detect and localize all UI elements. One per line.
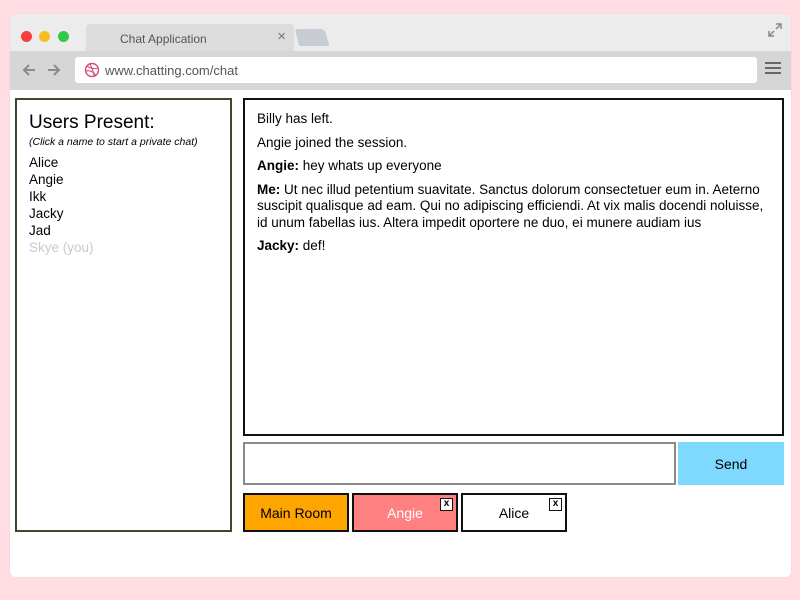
tab-bar: Chat Application × — [10, 14, 791, 51]
tab-label: Main Room — [260, 504, 332, 521]
users-title: Users Present: — [29, 112, 155, 133]
user-item-ikk[interactable]: Ikk — [29, 188, 218, 205]
message-text: Billy has left. — [257, 111, 333, 126]
user-item-alice[interactable]: Alice — [29, 154, 218, 171]
hamburger-menu-icon[interactable] — [765, 62, 781, 76]
message-text: Ut nec illud petentium suavitate. Sanctu… — [257, 181, 764, 230]
message-sender: Me: — [257, 181, 281, 197]
arrow-left-icon[interactable] — [20, 61, 38, 79]
minimize-window-button[interactable] — [39, 31, 50, 42]
dribbble-icon — [84, 62, 100, 78]
chat-message: Billy has left. — [257, 111, 770, 128]
tab-private-alice[interactable]: Alice x — [461, 493, 567, 532]
browser-tab[interactable]: Chat Application × — [86, 24, 294, 51]
tab-label: Alice — [498, 504, 530, 521]
close-icon[interactable]: x — [549, 498, 562, 511]
message-text: def! — [299, 238, 326, 253]
message-sender: Jacky: — [257, 238, 300, 253]
users-hint: (Click a name to start a private chat) — [29, 136, 198, 148]
chat-message: Me: Ut nec illud petentium suavitate. Sa… — [257, 182, 770, 232]
chat-message: Angie: hey whats up everyone — [257, 158, 770, 175]
tab-main-room[interactable]: Main Room — [243, 493, 349, 532]
browser-toolbar: www.chatting.com/chat — [10, 51, 791, 90]
expand-icon[interactable] — [767, 22, 783, 38]
tab-label: Angie — [387, 504, 423, 521]
user-item-jacky[interactable]: Jacky — [29, 205, 218, 222]
close-window-button[interactable] — [21, 31, 32, 42]
tab-close-icon[interactable]: × — [277, 29, 286, 45]
tab-private-angie[interactable]: Angie x — [352, 493, 458, 532]
users-panel: Users Present: (Click a name to start a … — [15, 98, 232, 532]
close-icon[interactable]: x — [440, 498, 453, 511]
user-item-self: Skye (you) — [29, 240, 94, 255]
tab-title: Chat Application — [120, 32, 207, 46]
new-tab-button[interactable] — [294, 29, 330, 46]
address-bar[interactable]: www.chatting.com/chat — [75, 57, 757, 83]
message-text: hey whats up everyone — [299, 158, 442, 173]
message-sender: Angie: — [257, 158, 299, 173]
arrow-right-icon[interactable] — [45, 61, 63, 79]
browser-window: Chat Application × www.chatting.com/chat… — [10, 14, 791, 577]
maximize-window-button[interactable] — [58, 31, 69, 42]
user-item-jad[interactable]: Jad — [29, 222, 218, 239]
chat-log: Billy has left. Angie joined the session… — [243, 98, 784, 436]
message-text: Angie joined the session. — [257, 134, 408, 150]
chat-message: Jacky: def! — [257, 238, 770, 255]
user-item-angie[interactable]: Angie — [29, 171, 218, 188]
url-text: www.chatting.com/chat — [105, 63, 238, 78]
send-button[interactable]: Send — [678, 442, 784, 485]
chat-message: Angie joined the session. — [257, 135, 770, 152]
message-input[interactable] — [243, 442, 676, 485]
